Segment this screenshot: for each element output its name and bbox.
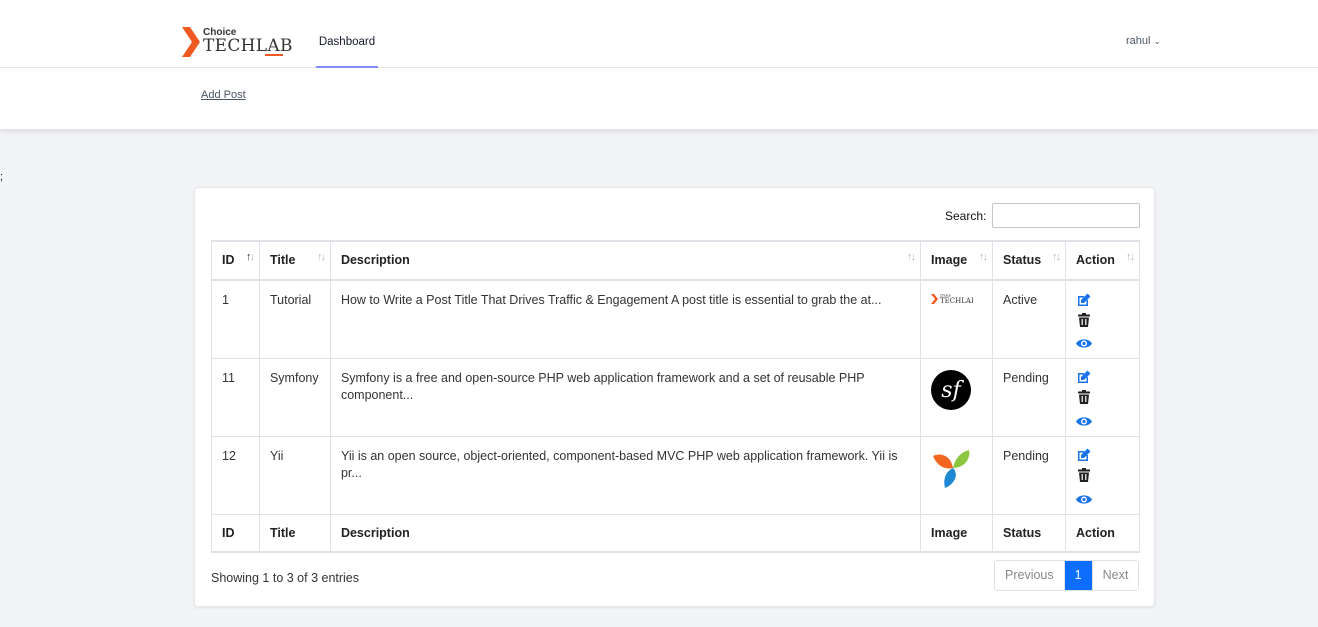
sort-icon: ↑↓ (907, 251, 916, 263)
footer-id: ID (211, 513, 260, 553)
column-header-status[interactable]: Status ↑↓ (992, 240, 1066, 281)
column-label: Title (269, 253, 296, 267)
trash-icon[interactable] (1076, 312, 1092, 327)
cell-status: Pending (992, 435, 1066, 515)
nav-dashboard-link[interactable]: Dashboard (316, 0, 378, 68)
table-header-row: ID ↑↓ Title ↑↓ Description ↑↓ Image ↑↓ Statu… (211, 240, 1141, 281)
column-label: Description (340, 253, 410, 267)
previous-button[interactable]: Previous (995, 561, 1065, 590)
edit-icon[interactable] (1076, 292, 1092, 307)
chevron-logo-icon (182, 27, 200, 57)
cell-title: Tutorial (258, 279, 331, 359)
cell-status: Active (992, 279, 1066, 359)
cell-id: 11 (211, 357, 260, 437)
eye-icon[interactable] (1075, 492, 1092, 507)
cell-title: Yii (258, 435, 331, 515)
cell-title: Symfony (258, 357, 331, 437)
add-post-link[interactable]: Add Post (201, 89, 246, 101)
sort-icon: ↑↓ (979, 251, 988, 263)
eye-icon[interactable] (1075, 336, 1092, 351)
search-input[interactable] (992, 203, 1140, 228)
table-row: 1 Tutorial How to Write a Post Title Tha… (211, 279, 1141, 359)
svg-text:TECHLAB: TECHLAB (940, 297, 973, 305)
cell-actions (1064, 357, 1141, 437)
table-footer-row: ID Title Description Image Status Action (211, 513, 1141, 553)
footer-title: Title (258, 513, 331, 553)
edit-icon[interactable] (1076, 370, 1092, 385)
brand-underline (265, 54, 283, 56)
trash-icon[interactable] (1076, 468, 1092, 483)
trash-icon[interactable] (1076, 390, 1092, 405)
posts-table: ID ↑↓ Title ↑↓ Description ↑↓ Image ↑↓ Statu… (211, 240, 1141, 553)
table-row: 11 Symfony Symfony is a free and open-so… (211, 357, 1141, 437)
cell-id: 1 (211, 279, 260, 359)
cell-description: Yii is an open source, object-oriented, … (329, 435, 922, 515)
sort-icon: ↑↓ (1051, 251, 1061, 263)
page-1-button[interactable]: 1 (1064, 561, 1093, 590)
eye-icon[interactable] (1075, 414, 1092, 429)
user-name: rahul (1126, 35, 1151, 47)
column-label: ID (222, 253, 235, 267)
footer-action: Action (1064, 513, 1141, 553)
column-header-description[interactable]: Description ↑↓ (329, 240, 922, 281)
cell-actions (1064, 279, 1141, 359)
cell-actions (1064, 435, 1141, 515)
brand-logo[interactable]: Choice TECHLAB (182, 26, 292, 58)
next-button[interactable]: Next (1093, 561, 1139, 590)
cell-id: 12 (211, 435, 260, 515)
column-label: Image (931, 253, 968, 267)
cell-description: Symfony is a free and open-source PHP we… (329, 357, 922, 437)
edit-icon[interactable] (1076, 448, 1092, 463)
pagination: Previous 1 Next (994, 560, 1140, 591)
column-header-image[interactable]: Image ↑↓ (920, 240, 993, 281)
column-header-title[interactable]: Title ↑↓ (258, 240, 331, 281)
sort-icon: ↑↓ (245, 251, 255, 263)
stray-semicolon: ; (0, 171, 4, 183)
posts-card: Search: ID ↑↓ Title ↑↓ Description ↑↓ Image… (194, 187, 1155, 607)
symfony-thumbnail: sf (931, 369, 972, 410)
brand-large-text: TECHLAB (203, 36, 293, 56)
footer-status: Status (992, 513, 1066, 553)
footer-description: Description (329, 513, 922, 553)
sort-icon: ↑↓ (1126, 251, 1135, 263)
user-menu[interactable]: rahul ⌄ (1126, 35, 1161, 47)
column-header-id[interactable]: ID ↑↓ (211, 240, 260, 281)
navbar: Choice TECHLAB Dashboard rahul ⌄ (0, 0, 1318, 68)
cell-description: How to Write a Post Title That Drives Tr… (329, 279, 922, 359)
column-label: Action (1075, 253, 1115, 267)
search-label: Search: (945, 209, 987, 223)
table-row: 12 Yii Yii is an open source, object-ori… (211, 435, 1141, 515)
column-label: Status (1003, 253, 1042, 267)
footer-image: Image (920, 513, 993, 553)
cell-image: sf (920, 357, 993, 437)
cell-image: Choice TECHLAB (920, 279, 993, 359)
yii-thumbnail (933, 449, 970, 488)
column-header-action[interactable]: Action ↑↓ (1064, 240, 1141, 281)
sort-icon: ↑↓ (316, 251, 326, 263)
cell-status: Pending (992, 357, 1066, 437)
entries-info: Showing 1 to 3 of 3 entries (211, 571, 360, 585)
cell-image (920, 435, 993, 515)
top-header: Choice TECHLAB Dashboard rahul ⌄ Add Post (0, 0, 1318, 129)
chevron-down-icon: ⌄ (1153, 36, 1162, 46)
choice-techlab-thumbnail: Choice TECHLAB (931, 294, 973, 305)
